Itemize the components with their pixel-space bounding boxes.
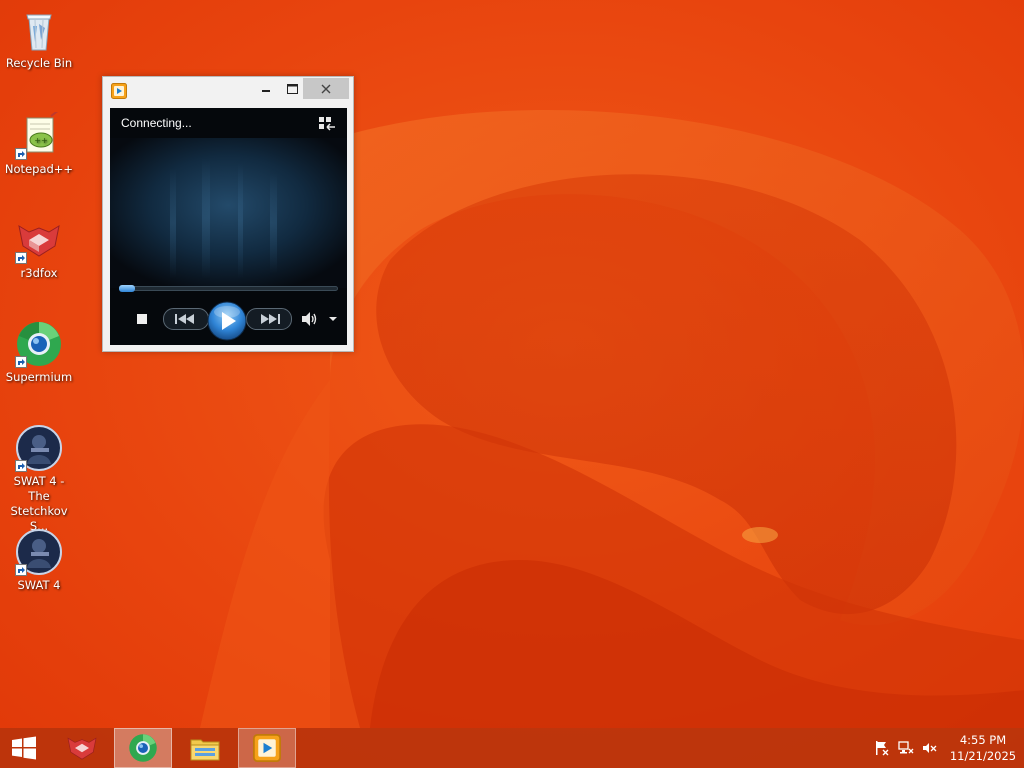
clock-date: 11/21/2025 (949, 749, 1017, 763)
maximize-icon (286, 83, 298, 94)
minimize-button[interactable] (253, 78, 279, 99)
svg-text:++: ++ (34, 136, 47, 145)
next-icon (246, 308, 292, 330)
start-button[interactable] (0, 728, 48, 768)
desktop[interactable]: Recycle Bin ++ Notepad++ r3dfox Supermiu… (0, 0, 1024, 768)
desktop-icon-swat4-tss[interactable]: SWAT 4 - The Stetchkov S... (0, 424, 78, 534)
media-player-titlebar[interactable] (103, 77, 353, 105)
playback-controls (110, 301, 347, 341)
media-player-now-playing[interactable]: Connecting... (110, 108, 347, 345)
desktop-icon-label: SWAT 4 (17, 578, 61, 592)
taskbar[interactable]: 4:55 PM 11/21/2025 (0, 728, 1024, 768)
shortcut-arrow-icon (15, 148, 27, 160)
maximize-button[interactable] (279, 78, 305, 99)
network-icon[interactable] (898, 740, 914, 756)
desktop-icon-supermium[interactable]: Supermium (0, 320, 78, 385)
shortcut-arrow-icon (15, 460, 27, 472)
media-player-window[interactable]: Connecting... (102, 76, 354, 352)
minimize-icon (262, 89, 270, 92)
taskbar-item-r3dfox[interactable] (54, 728, 110, 768)
volume-icon (302, 312, 317, 326)
desktop-icon-notepad-plus-plus[interactable]: ++ Notepad++ (0, 109, 78, 177)
clock-time: 4:55 PM (959, 733, 1007, 747)
stop-button[interactable] (132, 309, 152, 329)
supermium-icon (15, 320, 63, 368)
supermium-icon (129, 734, 157, 762)
desktop-icon-recycle-bin[interactable]: Recycle Bin (0, 6, 78, 71)
status-text: Connecting... (121, 116, 192, 130)
recycle-bin-icon (15, 6, 63, 54)
stop-icon (137, 314, 147, 324)
play-button[interactable] (207, 301, 247, 341)
desktop-icon-label: SWAT 4 - The Stetchkov S... (10, 474, 68, 533)
taskbar-item-supermium[interactable] (114, 728, 172, 768)
previous-button[interactable] (163, 308, 209, 330)
taskbar-item-file-explorer[interactable] (176, 728, 234, 768)
dropdown-arrow-icon (329, 317, 337, 321)
folder-icon (190, 739, 220, 761)
close-icon (321, 84, 331, 93)
swat4-icon (15, 528, 63, 576)
shortcut-arrow-icon (15, 356, 27, 368)
action-center-flag-icon[interactable] (874, 740, 890, 756)
r3dfox-icon (15, 216, 63, 264)
desktop-icon-r3dfox[interactable]: r3dfox (0, 216, 78, 281)
notepad-plus-plus-icon: ++ (15, 109, 63, 160)
mute-button[interactable] (300, 309, 320, 329)
seek-bar[interactable] (119, 286, 338, 291)
desktop-icon-label: r3dfox (20, 266, 58, 280)
play-icon (207, 301, 247, 341)
clock[interactable]: 4:55 PM 11/21/2025 (946, 732, 1020, 764)
previous-icon (163, 308, 209, 330)
next-button[interactable] (246, 308, 292, 330)
volume-dropdown-button[interactable] (326, 311, 340, 327)
desktop-icon-swat4[interactable]: SWAT 4 (0, 528, 78, 593)
desktop-icon-label: Recycle Bin (5, 56, 73, 70)
switch-to-library-icon[interactable] (318, 116, 336, 132)
swat4-tss-icon (15, 424, 63, 472)
close-button[interactable] (303, 78, 349, 99)
windows-logo-icon (12, 736, 36, 760)
desktop-icon-label: Notepad++ (4, 162, 74, 176)
desktop-icon-label: Supermium (5, 370, 73, 384)
volume-muted-icon[interactable] (922, 740, 938, 756)
media-player-icon (111, 83, 127, 99)
shortcut-arrow-icon (15, 252, 27, 264)
seek-thumb[interactable] (119, 285, 135, 292)
r3dfox-icon (67, 737, 97, 760)
media-player-icon (253, 734, 281, 762)
shortcut-arrow-icon (15, 564, 27, 576)
taskbar-item-media-player[interactable] (238, 728, 296, 768)
